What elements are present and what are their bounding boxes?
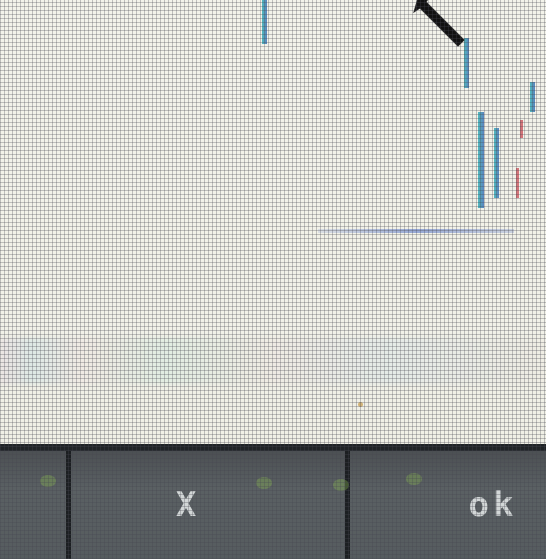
green-glyph: [333, 479, 349, 491]
green-glyph: [40, 475, 56, 487]
taskbar-cell-right-label: ok: [468, 485, 518, 525]
red-mark: [520, 120, 523, 138]
green-glyph: [256, 477, 272, 489]
taskbar: X ok: [0, 444, 546, 559]
red-mark: [516, 168, 519, 198]
green-glyph: [406, 473, 422, 485]
underline-bar: [318, 229, 514, 233]
arrow-pointer-icon: [413, 0, 465, 47]
blurred-text-row: [0, 338, 546, 384]
taskbar-cell-right[interactable]: ok: [350, 451, 546, 559]
taskbar-cell-middle[interactable]: X: [71, 451, 349, 559]
dust-speck: [358, 402, 363, 407]
blurred-screen-photo: X ok: [0, 0, 546, 559]
taskbar-cell-left[interactable]: [0, 451, 66, 559]
taskbar-cell-middle-label: X: [175, 485, 201, 525]
window-edge-line: [262, 0, 267, 44]
window-edge-line: [494, 128, 499, 198]
window-edge-line: [478, 112, 484, 208]
window-edge-line: [530, 82, 535, 112]
